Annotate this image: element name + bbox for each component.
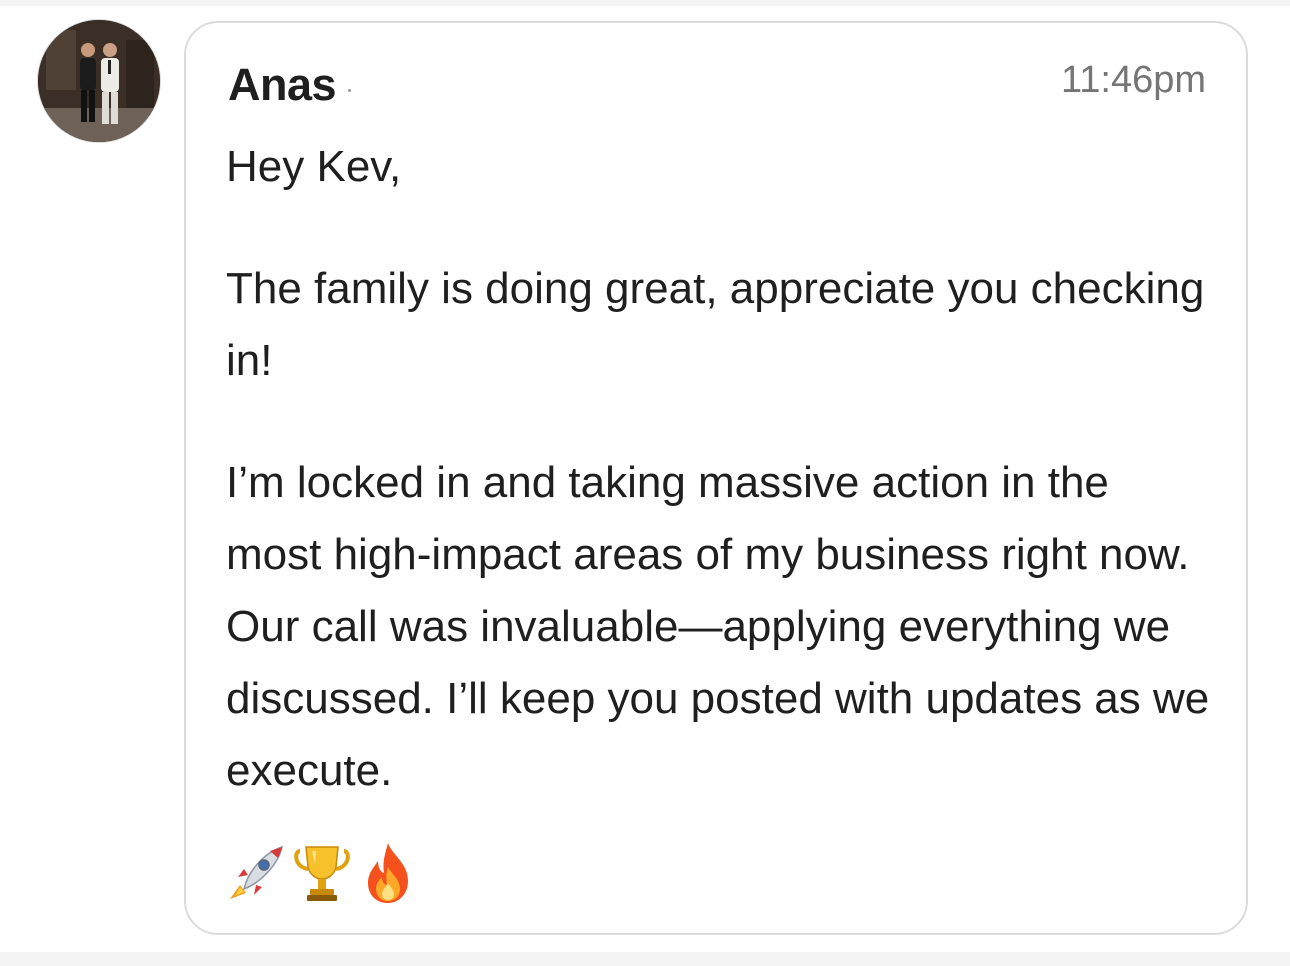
message-timestamp: 11:46pm — [1060, 59, 1206, 101]
top-edge-strip — [0, 0, 1290, 6]
emoji-row — [226, 841, 418, 905]
message-bubble: Anas 11:46pm Hey Kev, The family is doin… — [184, 21, 1248, 935]
rocket-icon — [230, 845, 284, 899]
avatar-photo — [38, 20, 160, 142]
separator-dot — [348, 89, 351, 92]
avatar[interactable] — [38, 20, 160, 142]
sender-name[interactable]: Anas — [228, 59, 337, 111]
message-paragraph: The family is doing great, appreciate yo… — [226, 264, 1205, 385]
fire-icon — [368, 843, 408, 903]
bottom-edge-strip — [0, 952, 1290, 966]
message-paragraph: I’m locked in and taking massive action … — [226, 458, 1210, 795]
trophy-icon — [294, 846, 350, 901]
message-paragraph: Hey Kev, — [226, 142, 402, 191]
message-body: Hey Kev, The family is doing great, appr… — [226, 131, 1216, 807]
